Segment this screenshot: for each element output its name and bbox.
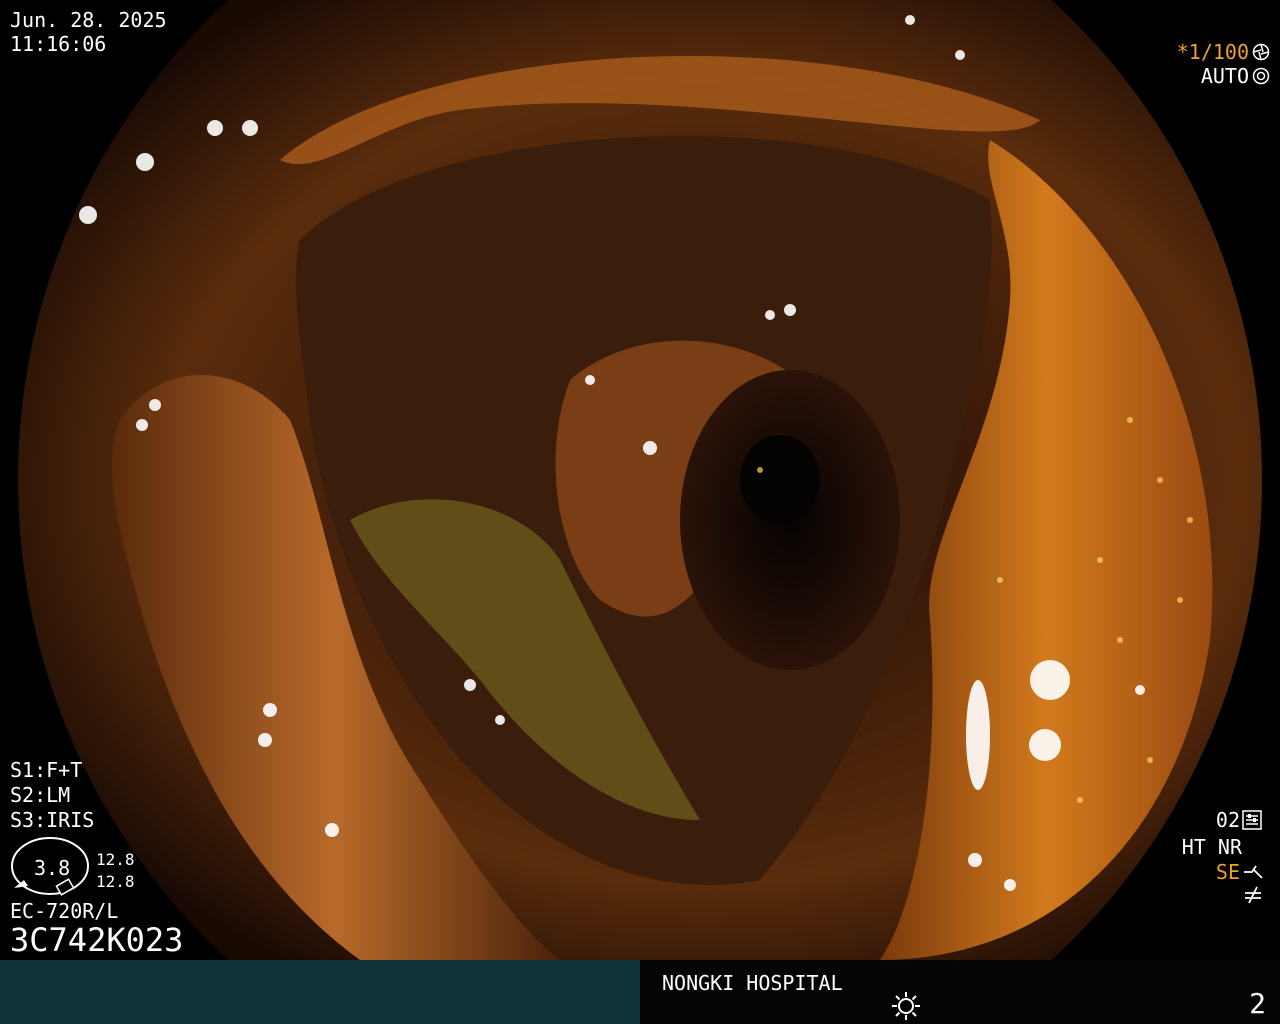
page-number: 2 <box>1249 987 1266 1020</box>
gauge-value: 3.8 <box>34 856 71 880</box>
auto-iris-icon <box>1252 67 1270 85</box>
scope-serial: 3C742K023 <box>10 921 184 959</box>
info-bar-right: NONGKI HOSPITAL 2 <box>640 960 1280 1024</box>
info-bar-left <box>0 960 640 1024</box>
shutter-speed: *1/100 <box>1176 40 1249 64</box>
switch-2: S2:LM <box>10 783 71 807</box>
endoscope-image <box>18 0 1262 960</box>
gauge-bottom-value: 12.8 <box>96 872 135 891</box>
info-bar: NONGKI HOSPITAL 2 <box>0 960 1280 1024</box>
curve-icon <box>1244 865 1263 879</box>
not-equal-icon <box>1245 886 1261 904</box>
mode-labels: HT NR <box>1181 835 1242 859</box>
preset-row: 02 <box>1216 808 1262 832</box>
scope-model: EC-720R/L <box>10 899 119 923</box>
switch-1: S1:F+T <box>10 758 83 782</box>
settings-icon <box>1242 810 1262 830</box>
shutter-icon <box>1252 43 1270 61</box>
switch-3: S3:IRIS <box>10 808 95 832</box>
exam-date: Jun. 28. 2025 <box>10 8 167 32</box>
se-label: SE <box>1215 860 1240 884</box>
gauge-top-value: 12.8 <box>96 850 135 869</box>
preset-number: 02 <box>1215 808 1240 832</box>
brightness-icon <box>892 992 920 1020</box>
exam-time: 11:16:06 <box>10 32 107 56</box>
se-row: SE <box>1216 860 1266 884</box>
exposure-panel: *1/100 AUTO <box>1177 40 1270 88</box>
hospital-name: NONGKI HOSPITAL <box>662 971 843 995</box>
exposure-mode: AUTO <box>1200 64 1249 88</box>
